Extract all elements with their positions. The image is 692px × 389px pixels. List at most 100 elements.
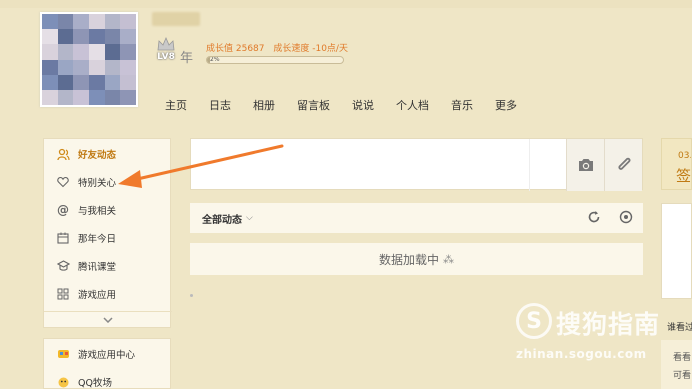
at-icon: @	[57, 203, 69, 217]
right-link-2[interactable]: 可看	[673, 368, 691, 381]
avatar-pixel	[42, 89, 58, 105]
sidebar-item-special-care[interactable]: 特别关心	[44, 168, 172, 196]
username-blurred[interactable]	[152, 12, 200, 26]
sidebar-item-label: 腾讯课堂	[78, 262, 117, 273]
growth-value[interactable]: 成长值 25687	[206, 44, 265, 54]
nav-item-moments[interactable]: 说说	[352, 97, 374, 113]
watermark: S 搜狗指南 zhinan.sogou.com	[516, 303, 692, 363]
sidebar: 好友动态 特别关心 @ 与我相关 那年今日 腾讯课堂 游戏应用	[43, 138, 172, 328]
avatar-pixel	[120, 14, 136, 30]
feed-filter-bar: 全部动态 ⌵	[190, 203, 643, 233]
avatar-pixel	[104, 59, 121, 75]
avatar[interactable]	[40, 12, 138, 107]
ranch-icon	[56, 375, 70, 389]
post-composer[interactable]	[190, 138, 643, 191]
feed-actions	[587, 210, 633, 224]
sidebar-item-tencent-classroom[interactable]: 腾讯课堂	[44, 252, 172, 280]
avatar-pixel	[104, 29, 121, 45]
avatar-pixel	[73, 59, 89, 75]
avatar-pixel	[104, 74, 121, 90]
sidebar-item-label: QQ牧场	[78, 378, 112, 389]
growth-progress-bar: 2%	[206, 56, 344, 64]
avatar-pixel	[89, 59, 105, 75]
calendar-icon	[56, 231, 70, 245]
nav-item-profile[interactable]: 个人档	[396, 97, 429, 113]
avatar-pixel	[120, 44, 136, 60]
friends-icon	[56, 147, 70, 161]
attach-button[interactable]	[604, 139, 642, 191]
nav-item-blog[interactable]: 日志	[209, 97, 231, 113]
avatar-pixel	[57, 59, 74, 75]
right-widget	[661, 203, 692, 299]
avatar-pixel	[89, 74, 105, 90]
sidebar-item-on-this-day[interactable]: 那年今日	[44, 224, 172, 252]
avatar-pixel	[42, 74, 58, 90]
composer-divider	[529, 139, 530, 191]
sidebar-item-label: 游戏应用	[78, 290, 117, 301]
avatar-pixel	[120, 29, 136, 45]
level-badge[interactable]: LV8	[150, 36, 182, 64]
graduation-icon	[56, 259, 70, 273]
checkin-widget[interactable]: 03. 签	[661, 138, 692, 190]
loading-text: 数据加载中	[378, 252, 439, 267]
nav-item-guestbook[interactable]: 留言板	[297, 97, 330, 113]
year-text: 年	[180, 51, 194, 66]
avatar-pixel	[104, 89, 121, 105]
avatar-pixel	[57, 29, 74, 45]
growth-info: 成长值 25687 成长速度 -10点/天	[206, 41, 354, 54]
sidebar-secondary: 游戏应用中心 QQ牧场	[43, 338, 171, 389]
avatar-pixel	[89, 44, 105, 60]
feed-loading: 数据加载中 ⁂	[190, 243, 643, 275]
composer-tools	[566, 139, 642, 191]
top-strip	[0, 0, 692, 8]
sidebar-item-qq-ranch[interactable]: QQ牧场	[44, 368, 172, 389]
avatar-pixel	[73, 89, 89, 105]
avatar-pixel	[57, 44, 74, 60]
nav-item-more[interactable]: 更多	[495, 97, 517, 113]
avatar-pixel	[57, 74, 74, 90]
nav-item-album[interactable]: 相册	[253, 97, 275, 113]
avatar-pixel	[120, 74, 136, 90]
avatar-pixel	[89, 29, 105, 45]
sidebar-item-label: 好友动态	[78, 150, 117, 161]
avatar-pixel	[57, 89, 74, 105]
crown-icon	[157, 36, 175, 51]
sidebar-expand-button[interactable]	[44, 311, 172, 328]
sidebar-item-label: 游戏应用中心	[78, 350, 136, 361]
sidebar-item-label: 特别关心	[78, 178, 117, 189]
sogou-logo: S	[516, 303, 552, 339]
chevron-down-icon[interactable]: ⌵	[246, 213, 253, 223]
camera-icon	[578, 159, 593, 171]
nav-item-music[interactable]: 音乐	[451, 97, 473, 113]
watermark-brand: 搜狗指南	[556, 310, 661, 339]
avatar-pixel	[57, 14, 74, 30]
avatar-pixel	[89, 89, 105, 105]
avatar-pixel	[42, 59, 58, 75]
checkin-label: 签	[676, 167, 692, 185]
camera-button[interactable]	[566, 139, 604, 191]
paperclip-icon	[618, 157, 630, 170]
game-center-icon	[56, 347, 70, 361]
chevron-down-icon	[103, 317, 113, 323]
sidebar-item-game-center[interactable]: 游戏应用中心	[44, 340, 172, 368]
avatar-pixel	[104, 14, 121, 30]
nav-item-home[interactable]: 主页	[165, 97, 187, 113]
avatar-pixel	[42, 14, 58, 30]
heart-icon	[56, 175, 70, 189]
avatar-pixel	[120, 59, 136, 75]
feed-filter-dropdown[interactable]: 全部动态	[202, 211, 242, 226]
checkin-date: 03.	[678, 151, 692, 161]
spinner-icon: ⁂	[443, 252, 454, 266]
sidebar-item-label: 与我相关	[78, 206, 117, 217]
separator-dot	[190, 294, 193, 297]
avatar-pixel	[73, 29, 89, 45]
watermark-url: zhinan.sogou.com	[516, 347, 647, 361]
avatar-pixel	[42, 44, 58, 60]
sidebar-item-related-to-me[interactable]: @ 与我相关	[44, 196, 172, 224]
sidebar-item-game-apps[interactable]: 游戏应用	[44, 280, 172, 308]
avatar-pixel	[73, 14, 89, 30]
sidebar-item-friend-feed[interactable]: 好友动态	[44, 140, 172, 168]
settings-icon[interactable]	[619, 210, 633, 224]
refresh-icon[interactable]	[587, 210, 601, 224]
growth-speed[interactable]: 成长速度 -10点/天	[273, 44, 348, 54]
